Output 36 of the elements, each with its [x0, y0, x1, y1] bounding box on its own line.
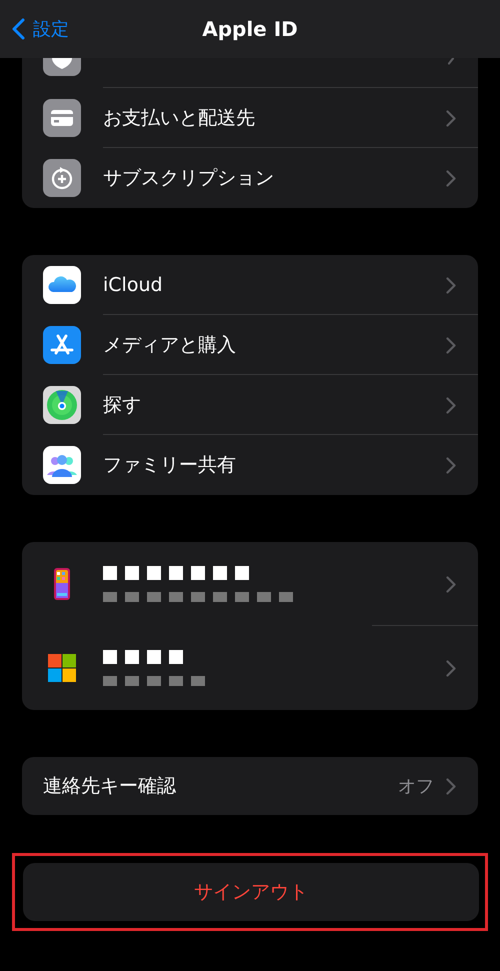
row-label: 連絡先キー確認 [43, 774, 177, 799]
chevron-icon [446, 336, 456, 354]
people-icon [43, 446, 81, 484]
credit-card-icon [43, 99, 81, 137]
sign-out-button[interactable]: サインアウト [23, 863, 479, 921]
chevron-icon [446, 456, 456, 474]
subscription-icon [43, 159, 81, 197]
row-label: iCloud [103, 272, 164, 298]
settings-row[interactable]: 連絡先キー確認 オフ [22, 757, 478, 815]
row-label: メディアと購入 [103, 332, 237, 358]
chevron-icon [446, 276, 456, 294]
chevron-icon [446, 170, 456, 186]
row-label: 探す [103, 392, 142, 418]
row-label: ファミリー共有 [103, 452, 237, 478]
row-value: オフ [398, 774, 434, 798]
radar-icon [43, 386, 81, 424]
chevron-icon [446, 576, 456, 592]
chevron-icon [446, 778, 456, 794]
chevron-icon [448, 58, 454, 65]
back-button[interactable]: 設定 [12, 16, 69, 42]
row-label: サブスクリプション [103, 166, 275, 191]
settings-row[interactable]: iCloud [22, 255, 478, 315]
back-chevron-icon [12, 18, 25, 40]
chevron-icon [446, 396, 456, 414]
settings-row[interactable]: ファミリー共有 [22, 435, 478, 495]
row-label: お支払いと配送先 [103, 106, 256, 131]
settings-row[interactable]: 探す [22, 375, 478, 435]
screen-title: Apple ID [202, 16, 298, 43]
chevron-icon [446, 110, 456, 126]
settings-row[interactable]: メディアと購入 [22, 315, 478, 375]
settings-row[interactable]: サブスクリプション [22, 148, 478, 208]
settings-row[interactable]: お支払いと配送先 [22, 88, 478, 148]
shield-icon [43, 58, 81, 76]
chevron-icon [446, 660, 456, 676]
app-store-icon [43, 326, 81, 364]
cloud-icon [43, 266, 81, 304]
